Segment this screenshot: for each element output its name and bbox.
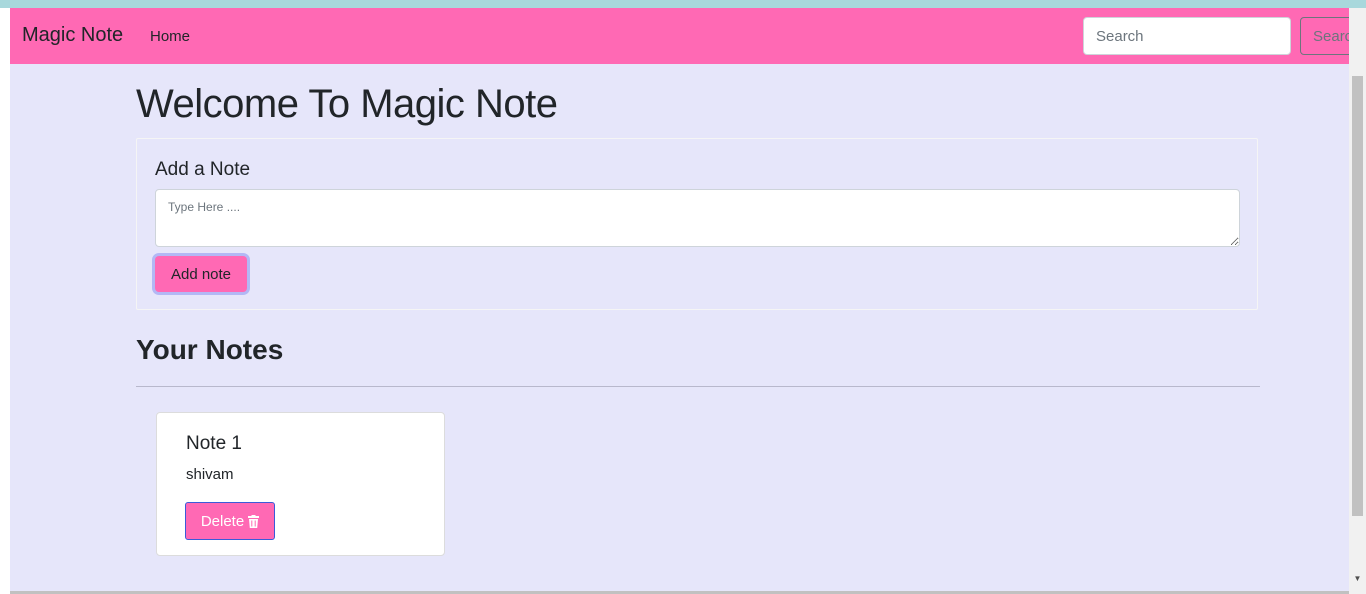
trash-icon [248, 514, 260, 528]
your-notes-heading: Your Notes [136, 334, 284, 365]
scrollbar-thumb[interactable] [1352, 76, 1363, 516]
add-note-button[interactable]: Add note [155, 256, 247, 292]
vertical-scrollbar[interactable]: ▼ [1349, 8, 1366, 594]
note-card: Note 1 shivam Delete [156, 412, 445, 556]
note-title: Note 1 [186, 433, 242, 454]
page-viewport: Magic Note Home Search Welcome To Magic … [10, 8, 1349, 591]
browser-top-strip [0, 0, 1366, 8]
navbar-brand[interactable]: Magic Note [22, 24, 123, 47]
note-textarea[interactable] [155, 189, 1240, 247]
divider [136, 386, 1260, 387]
note-text: shivam [186, 466, 234, 483]
navbar: Magic Note Home Search [10, 8, 1349, 64]
chevron-down-icon[interactable]: ▼ [1353, 574, 1362, 583]
nav-link-home[interactable]: Home [150, 28, 190, 45]
delete-button-label: Delete [200, 512, 245, 530]
search-button[interactable]: Search [1300, 17, 1349, 55]
page-title: Welcome To Magic Note [136, 82, 558, 126]
left-gutter [0, 8, 10, 594]
delete-note-button[interactable]: Delete [185, 502, 275, 540]
add-note-card: Add a Note Add note [136, 138, 1258, 310]
add-note-title: Add a Note [155, 159, 251, 180]
search-input[interactable] [1083, 17, 1291, 55]
